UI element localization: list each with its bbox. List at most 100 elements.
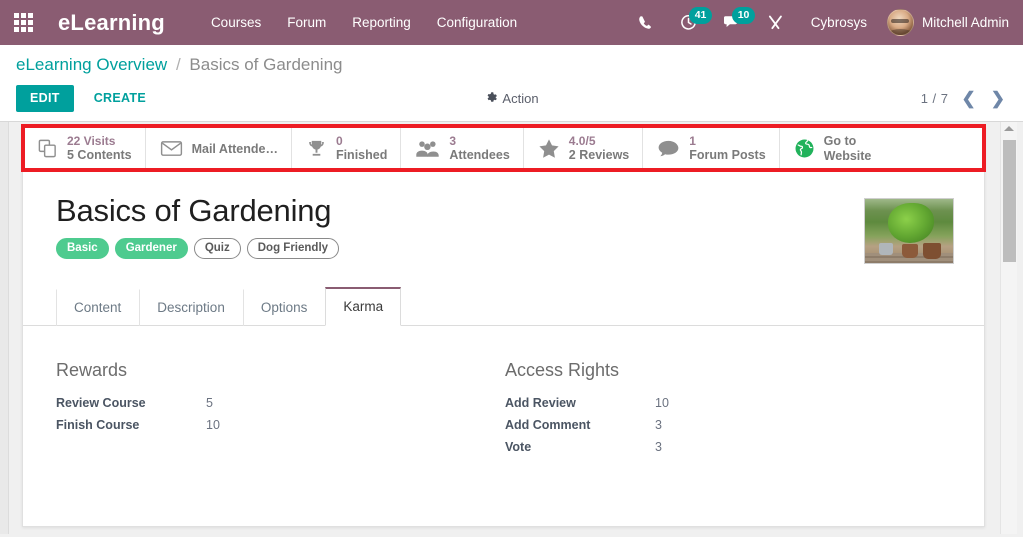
field-value-add-comment[interactable]: 3 xyxy=(655,418,662,432)
navbar-systray: 41 10 Cybrosys Mitchell Admin xyxy=(625,0,1023,45)
field-value-review-course[interactable]: 5 xyxy=(206,396,213,410)
group-access-rights: Access Rights Add Review 10 Add Comment … xyxy=(505,360,954,462)
stat-buttons-row: 22 Visits 5 Contents Mail Attende… xyxy=(23,128,984,170)
trophy-icon xyxy=(306,139,327,159)
stat-button-reviews[interactable]: 4.0/5 2 Reviews xyxy=(524,128,643,169)
field-value-add-review[interactable]: 10 xyxy=(655,396,669,410)
field-label-finish-course: Finish Course xyxy=(56,418,206,432)
stat-text: 1 Forum Posts xyxy=(689,134,765,163)
globe-website-icon xyxy=(794,138,815,159)
page-left-gutter xyxy=(0,122,9,534)
field-label-review-course: Review Course xyxy=(56,396,206,410)
developer-tools-icon[interactable] xyxy=(754,0,797,45)
vertical-scrollbar[interactable] xyxy=(1000,122,1017,534)
stat-value-forum-posts: 1 xyxy=(689,134,765,148)
field-value-vote[interactable]: 3 xyxy=(655,440,662,454)
tag-list: Basic Gardener Quiz Dog Friendly xyxy=(56,238,864,259)
stat-label-finished: Finished xyxy=(336,148,387,163)
stat-button-go-to-website[interactable]: Go to Website xyxy=(780,128,885,169)
form-sheet: 22 Visits 5 Contents Mail Attende… xyxy=(22,127,985,527)
stat-label-reviews: 2 Reviews xyxy=(569,148,629,163)
activity-clock-icon[interactable]: 41 xyxy=(667,0,710,45)
tab-content[interactable]: Content xyxy=(56,289,139,326)
record-content: Basics of Gardening Basic Gardener Quiz … xyxy=(23,170,984,462)
tag-gardener[interactable]: Gardener xyxy=(115,238,188,259)
breadcrumb-current: Basics of Gardening xyxy=(189,55,342,74)
breadcrumb: eLearning Overview / Basics of Gardening xyxy=(16,55,1007,75)
field-label-add-comment: Add Comment xyxy=(505,418,655,432)
copy-pages-icon xyxy=(37,138,58,159)
course-cover-photo[interactable] xyxy=(864,198,954,264)
stat-label-mail-attendees: Mail Attende… xyxy=(192,142,278,156)
tag-dog-friendly[interactable]: Dog Friendly xyxy=(247,238,339,259)
tab-karma[interactable]: Karma xyxy=(325,287,401,326)
stat-button-finished[interactable]: 0 Finished xyxy=(292,128,401,169)
menu-item-forum[interactable]: Forum xyxy=(287,15,326,30)
tab-bar: Content Description Options Karma xyxy=(23,286,984,326)
tab-description[interactable]: Description xyxy=(139,289,243,326)
stat-text: 0 Finished xyxy=(336,134,387,163)
stat-label-contents: 5 Contents xyxy=(67,148,132,163)
envelope-icon xyxy=(160,139,183,158)
menu-item-configuration[interactable]: Configuration xyxy=(437,15,517,30)
stat-label-forum-posts: Forum Posts xyxy=(689,148,765,163)
field-row-vote: Vote 3 xyxy=(505,440,924,454)
scroll-up-arrow-icon[interactable] xyxy=(1004,126,1014,131)
title-column: Basics of Gardening Basic Gardener Quiz … xyxy=(56,194,864,259)
scrollbar-thumb[interactable] xyxy=(1003,140,1016,262)
chevron-left-icon[interactable]: ❮ xyxy=(960,90,978,107)
control-panel-actions: EDIT CREATE Action 1 / 7 ❮ ❯ xyxy=(16,84,1007,113)
control-panel: eLearning Overview / Basics of Gardening… xyxy=(0,45,1023,122)
edit-button[interactable]: EDIT xyxy=(16,85,74,112)
create-button[interactable]: CREATE xyxy=(82,85,158,112)
breadcrumb-root-link[interactable]: eLearning Overview xyxy=(16,55,167,74)
stat-value-finished: 0 xyxy=(336,134,387,148)
apps-grid-icon[interactable] xyxy=(0,0,46,45)
tag-basic[interactable]: Basic xyxy=(56,238,109,259)
stat-text: Go to Website xyxy=(824,134,872,163)
company-switcher[interactable]: Cybrosys xyxy=(797,15,881,30)
main-menu: Courses Forum Reporting Configuration xyxy=(211,15,517,30)
user-menu[interactable]: Mitchell Admin xyxy=(881,9,1009,36)
pager-value: 1 / 7 xyxy=(921,91,949,106)
stat-value-attendees: 3 xyxy=(449,134,509,148)
field-label-add-review: Add Review xyxy=(505,396,655,410)
user-name-label: Mitchell Admin xyxy=(922,15,1009,30)
field-row-add-comment: Add Comment 3 xyxy=(505,418,924,432)
stat-button-visits[interactable]: 22 Visits 5 Contents xyxy=(23,128,146,169)
stat-button-mail-attendees[interactable]: Mail Attende… xyxy=(146,128,292,169)
stat-text: 3 Attendees xyxy=(449,134,509,163)
top-navbar: eLearning Courses Forum Reporting Config… xyxy=(0,0,1023,45)
stat-button-forum-posts[interactable]: 1 Forum Posts xyxy=(643,128,779,169)
field-row-finish-course: Finish Course 10 xyxy=(56,418,475,432)
record-pager: 1 / 7 ❮ ❯ xyxy=(921,90,1007,107)
messages-chat-icon[interactable]: 10 xyxy=(710,0,754,45)
tab-options[interactable]: Options xyxy=(243,289,326,326)
action-menu-label: Action xyxy=(502,91,538,106)
stat-label-go-to: Go to xyxy=(824,134,872,149)
record-header: Basics of Gardening Basic Gardener Quiz … xyxy=(56,194,954,264)
stat-text: 4.0/5 2 Reviews xyxy=(569,134,629,163)
field-row-review-course: Review Course 5 xyxy=(56,396,475,410)
field-value-finish-course[interactable]: 10 xyxy=(206,418,220,432)
phone-icon[interactable] xyxy=(625,0,667,45)
group-title-rewards: Rewards xyxy=(56,360,475,382)
breadcrumb-separator: / xyxy=(176,55,181,74)
stat-button-attendees[interactable]: 3 Attendees xyxy=(401,128,523,169)
avatar xyxy=(887,9,914,36)
group-rewards: Rewards Review Course 5 Finish Course 10 xyxy=(56,360,505,462)
page-body: 22 Visits 5 Contents Mail Attende… xyxy=(0,122,1023,534)
menu-item-courses[interactable]: Courses xyxy=(211,15,261,30)
app-brand-elearning[interactable]: eLearning xyxy=(58,10,165,36)
tab-pane-karma: Rewards Review Course 5 Finish Course 10… xyxy=(56,326,954,462)
notebook: Content Description Options Karma Reward… xyxy=(56,286,954,462)
field-row-add-review: Add Review 10 xyxy=(505,396,924,410)
page-title: Basics of Gardening xyxy=(56,194,864,228)
users-group-icon xyxy=(415,139,440,158)
menu-item-reporting[interactable]: Reporting xyxy=(352,15,411,30)
tag-quiz[interactable]: Quiz xyxy=(194,238,241,259)
stat-label-attendees: Attendees xyxy=(449,148,509,163)
chevron-right-icon[interactable]: ❯ xyxy=(989,90,1007,107)
stat-text: 22 Visits 5 Contents xyxy=(67,134,132,163)
action-menu-button[interactable]: Action xyxy=(484,91,538,107)
